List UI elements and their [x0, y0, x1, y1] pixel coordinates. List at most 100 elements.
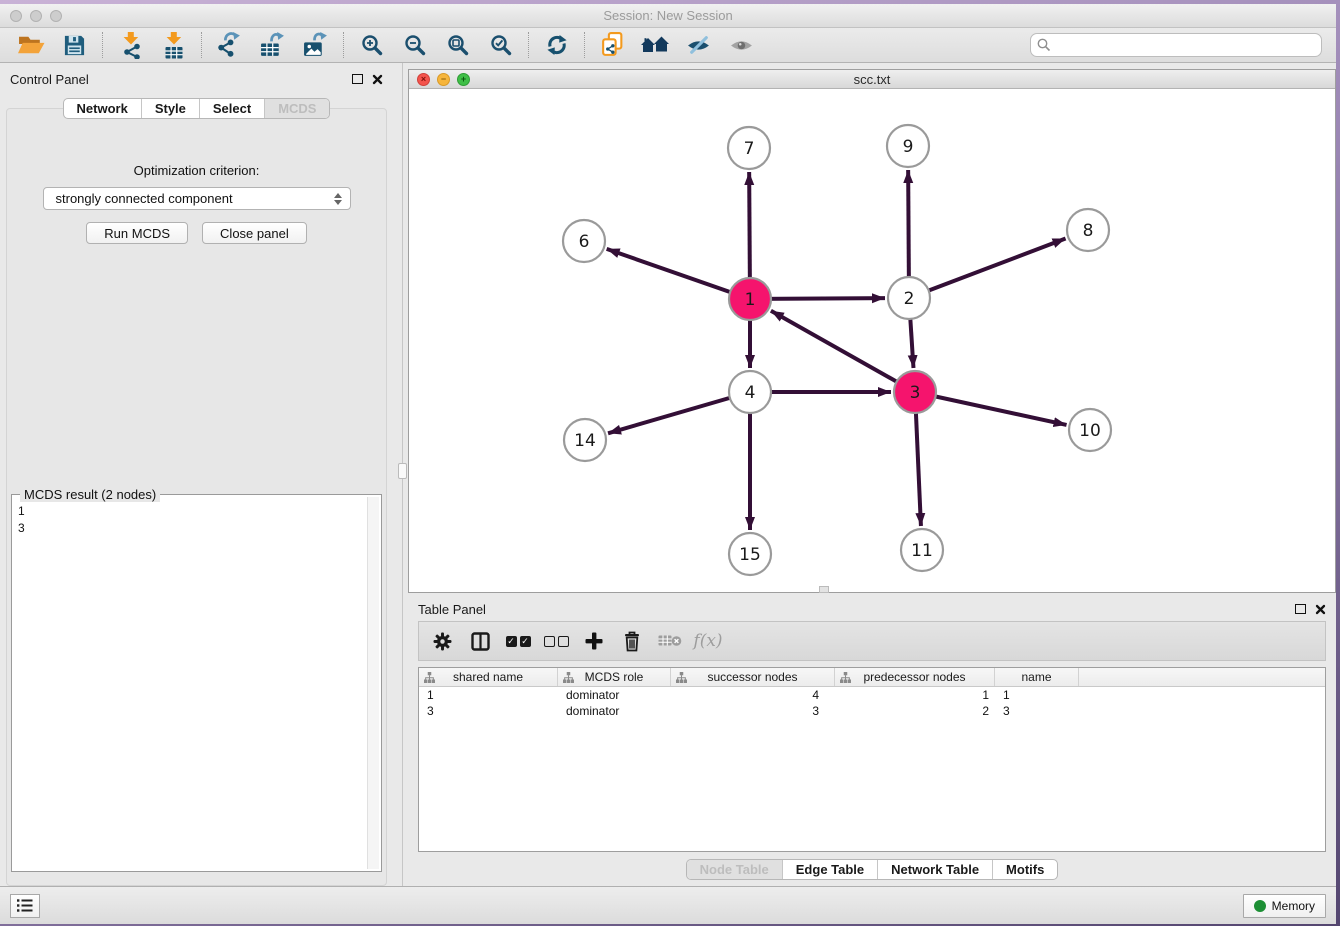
delete-table-button	[651, 626, 689, 656]
delete-column-button[interactable]	[613, 626, 651, 656]
home-button[interactable]	[634, 30, 677, 60]
delete-table-icon	[658, 634, 682, 648]
zoom-in-button[interactable]	[350, 30, 393, 60]
column-header-predecessor-nodes[interactable]: predecessor nodes	[835, 668, 995, 686]
tab-edge-table[interactable]: Edge Table	[782, 860, 877, 879]
table-cell[interactable]: 1	[419, 687, 558, 703]
import-network-button[interactable]	[109, 30, 152, 60]
export-network-button[interactable]	[208, 30, 251, 60]
search-input[interactable]	[1030, 33, 1322, 57]
export-image-button[interactable]	[294, 30, 337, 60]
split-divider[interactable]	[393, 63, 408, 886]
zoom-fit-icon	[446, 33, 470, 57]
column-header-successor-nodes[interactable]: successor nodes	[671, 668, 835, 686]
mcds-result-group: MCDS result (2 nodes) 1 3	[11, 494, 382, 872]
edge-4-14[interactable]	[608, 392, 750, 433]
edge-2-8[interactable]	[909, 239, 1066, 298]
select-all-columns-button[interactable]: ✓ ✓	[499, 626, 537, 656]
window-title: Session: New Session	[0, 8, 1336, 23]
zoom-selected-button[interactable]	[479, 30, 522, 60]
edge-3-10[interactable]	[915, 392, 1067, 425]
control-tab-mcds[interactable]: MCDS	[264, 99, 329, 118]
open-session-button[interactable]	[10, 30, 53, 60]
close-panel-icon[interactable]	[1315, 604, 1326, 615]
mcds-result-title: MCDS result (2 nodes)	[20, 487, 160, 502]
float-panel-icon[interactable]	[352, 74, 363, 84]
float-panel-icon[interactable]	[1295, 604, 1306, 614]
search-box	[1030, 33, 1322, 57]
table-row[interactable]: 3dominator323	[419, 703, 1325, 719]
save-session-button[interactable]	[53, 30, 96, 60]
control-tab-style[interactable]: Style	[141, 99, 199, 118]
table-panel-title: Table Panel	[418, 602, 486, 617]
table-cell[interactable]: 1	[995, 687, 1079, 703]
list-icon	[16, 898, 34, 913]
deselect-all-columns-button[interactable]	[537, 626, 575, 656]
table-cell[interactable]: 3	[671, 703, 835, 719]
table-toolbar: ✓ ✓	[418, 621, 1326, 661]
criterion-value: strongly connected component	[56, 191, 233, 206]
criterion-select[interactable]: strongly connected component	[43, 187, 351, 210]
column-label: successor nodes	[707, 670, 797, 684]
table-cell[interactable]: 1	[835, 687, 995, 703]
import-table-icon	[162, 32, 186, 59]
table-cell[interactable]: 3	[419, 703, 558, 719]
network-window: scc.txt × − + 7968124314101511	[408, 69, 1336, 593]
show-button[interactable]	[720, 30, 763, 60]
control-panel-tabs: NetworkStyleSelectMCDS	[63, 98, 331, 119]
control-panel-title: Control Panel	[10, 72, 89, 87]
minimize-view-icon[interactable]: −	[437, 73, 450, 86]
copy-network-button[interactable]	[591, 30, 634, 60]
divider-grabber[interactable]	[398, 463, 407, 479]
run-mcds-button[interactable]: Run MCDS	[86, 222, 188, 244]
hide-button[interactable]	[677, 30, 720, 60]
control-tab-network[interactable]: Network	[64, 99, 141, 118]
copy-network-icon	[600, 32, 625, 58]
table-cell[interactable]: 2	[835, 703, 995, 719]
table-row[interactable]: 1dominator411	[419, 687, 1325, 703]
tab-network-table[interactable]: Network Table	[877, 860, 992, 879]
network-graph: 7968124314101511	[409, 89, 1335, 592]
close-panel-button[interactable]: Close panel	[202, 222, 307, 244]
node-label-14: 14	[574, 431, 596, 451]
add-column-button[interactable]	[575, 626, 613, 656]
edge-1-6[interactable]	[607, 249, 750, 299]
control-tab-select[interactable]: Select	[199, 99, 264, 118]
table-cell[interactable]: dominator	[558, 703, 671, 719]
main-titlebar: Session: New Session	[0, 4, 1336, 28]
node-label-8: 8	[1083, 221, 1094, 241]
column-view-button[interactable]	[461, 626, 499, 656]
table-settings-button[interactable]	[423, 626, 461, 656]
zoom-fit-button[interactable]	[436, 30, 479, 60]
network-resize-grabber[interactable]	[819, 586, 829, 593]
column-header-shared-name[interactable]: shared name	[419, 668, 558, 686]
mcds-result-text[interactable]: 1 3	[12, 495, 367, 871]
task-history-button[interactable]	[10, 894, 40, 918]
close-panel-icon[interactable]	[372, 74, 383, 85]
maximize-view-icon[interactable]: +	[457, 73, 470, 86]
result-scrollbar[interactable]	[367, 497, 379, 869]
column-header-MCDS-role[interactable]: MCDS role	[558, 668, 671, 686]
close-view-icon[interactable]: ×	[417, 73, 430, 86]
column-header-name[interactable]: name	[995, 668, 1079, 686]
checked-box-icon: ✓	[520, 636, 531, 647]
table-cell[interactable]: dominator	[558, 687, 671, 703]
refresh-button[interactable]	[535, 30, 578, 60]
table-cell[interactable]: 3	[995, 703, 1079, 719]
tab-motifs[interactable]: Motifs	[992, 860, 1057, 879]
import-table-button[interactable]	[152, 30, 195, 60]
export-table-button[interactable]	[251, 30, 294, 60]
edge-3-1[interactable]	[771, 311, 915, 392]
tab-node-table[interactable]: Node Table	[687, 860, 782, 879]
table-header-row: shared nameMCDS role successor nodes prede…	[419, 668, 1325, 687]
hierarchy-icon	[676, 672, 687, 683]
optimization-label: Optimization criterion:	[7, 163, 386, 178]
memory-button[interactable]: Memory	[1243, 894, 1326, 918]
node-label-10: 10	[1079, 421, 1101, 441]
node-label-11: 11	[911, 541, 933, 561]
export-network-icon	[217, 32, 242, 58]
network-canvas[interactable]: 7968124314101511	[409, 89, 1335, 592]
zoom-out-button[interactable]	[393, 30, 436, 60]
table-cell[interactable]: 4	[671, 687, 835, 703]
workspace: Control Panel NetworkStyleSelectMCDS Opt…	[0, 63, 1336, 886]
